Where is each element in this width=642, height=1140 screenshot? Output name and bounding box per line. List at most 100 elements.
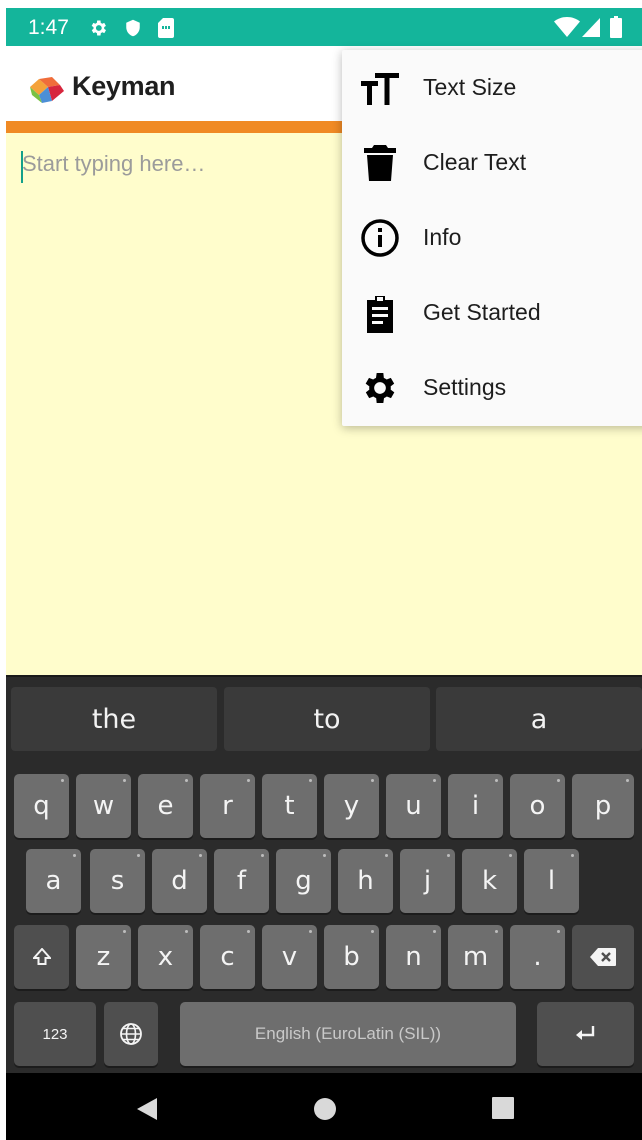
suggestion-3[interactable]: a (436, 687, 642, 751)
key-hint-dot (626, 779, 629, 782)
menu-item-settings[interactable]: Settings (342, 350, 642, 425)
key-x[interactable]: x (138, 925, 193, 989)
key-i[interactable]: i (448, 774, 503, 838)
globe-key[interactable] (104, 1002, 158, 1066)
key-hint-dot (185, 930, 188, 933)
key-hint-dot (557, 779, 560, 782)
key-t[interactable]: t (262, 774, 317, 838)
home-icon[interactable] (313, 1097, 337, 1121)
key-e[interactable]: e (138, 774, 193, 838)
shield-icon (126, 19, 140, 37)
backspace-key[interactable] (572, 925, 634, 989)
key-hint-dot (261, 854, 264, 857)
battery-icon (610, 16, 622, 38)
key-h[interactable]: h (338, 849, 393, 913)
key-hint-dot (185, 779, 188, 782)
text-cursor (21, 151, 23, 183)
key-hint-dot (447, 854, 450, 857)
key-m[interactable]: m (448, 925, 503, 989)
shift-key[interactable] (14, 925, 69, 989)
key-hint-dot (247, 930, 250, 933)
key-f[interactable]: f (214, 849, 269, 913)
menu-item-text-size[interactable]: Text Size (342, 50, 642, 125)
info-icon (361, 219, 399, 257)
globe-icon (120, 1023, 142, 1045)
menu-item-label: Info (423, 224, 462, 250)
overflow-menu: Text Size Clear Text Info Get Started Se… (342, 50, 642, 426)
key-hint-dot (73, 854, 76, 857)
clipboard-icon (367, 296, 393, 333)
signal-icon (582, 18, 600, 37)
key-o[interactable]: o (510, 774, 565, 838)
key-hint-dot (509, 854, 512, 857)
menu-item-label: Text Size (423, 74, 517, 100)
key-y[interactable]: y (324, 774, 379, 838)
sim-card-icon (158, 18, 174, 38)
key-hint-dot (309, 779, 312, 782)
navigation-bar (6, 1073, 642, 1140)
key-hint-dot (371, 930, 374, 933)
key-c[interactable]: c (200, 925, 255, 989)
key-hint-dot (495, 930, 498, 933)
menu-item-clear-text[interactable]: Clear Text (342, 125, 642, 200)
menu-item-label: Clear Text (423, 149, 527, 175)
space-bar[interactable]: English (EuroLatin (SIL)) (180, 1002, 516, 1066)
key-q[interactable]: q (14, 774, 69, 838)
status-bar: 1:47 (6, 8, 642, 46)
keyman-logo-icon (30, 77, 64, 103)
key-hint-dot (571, 854, 574, 857)
key-hint-dot (123, 930, 126, 933)
device-screen: 1:47 Keyman Start typing here… Text Size… (6, 8, 642, 1140)
key-hint-dot (247, 779, 250, 782)
key-hint-dot (495, 779, 498, 782)
shift-icon (32, 948, 51, 965)
menu-item-get-started[interactable]: Get Started (342, 275, 642, 350)
numbers-key[interactable]: 123 (14, 1002, 96, 1066)
key-hint-dot (123, 779, 126, 782)
gear-icon (365, 373, 395, 403)
on-screen-keyboard: the to a q w e r t y u i o p a s d f g h… (6, 675, 642, 1075)
key-v[interactable]: v (262, 925, 317, 989)
key-a[interactable]: a (26, 849, 81, 913)
key-hint-dot (137, 854, 140, 857)
suggestion-1[interactable]: the (11, 687, 217, 751)
menu-item-info[interactable]: Info (342, 200, 642, 275)
settings-gear-icon (91, 20, 106, 36)
recents-icon[interactable] (492, 1097, 514, 1119)
trash-icon (364, 145, 396, 181)
key-p[interactable]: p (572, 774, 634, 838)
suggestion-2[interactable]: to (224, 687, 430, 751)
key-hint-dot (433, 779, 436, 782)
key-u[interactable]: u (386, 774, 441, 838)
backspace-icon (590, 948, 616, 966)
key-hint-dot (371, 779, 374, 782)
app-title: Keyman (72, 71, 176, 101)
key-hint-dot (323, 854, 326, 857)
key-n[interactable]: n (386, 925, 441, 989)
key-hint-dot (433, 930, 436, 933)
key-d[interactable]: d (152, 849, 207, 913)
key-hint-dot (385, 854, 388, 857)
key-hint-dot (199, 854, 202, 857)
key-r[interactable]: r (200, 774, 255, 838)
status-time: 1:47 (28, 16, 69, 39)
menu-item-label: Settings (423, 374, 507, 400)
enter-key[interactable] (537, 1002, 634, 1066)
key-g[interactable]: g (276, 849, 331, 913)
key-w[interactable]: w (76, 774, 131, 838)
menu-item-label: Get Started (423, 299, 541, 325)
key-z[interactable]: z (76, 925, 131, 989)
key-s[interactable]: s (90, 849, 145, 913)
key-hint-dot (557, 930, 560, 933)
key-k[interactable]: k (462, 849, 517, 913)
back-icon[interactable] (135, 1097, 159, 1121)
key-l[interactable]: l (524, 849, 579, 913)
enter-icon (575, 1026, 594, 1040)
key-period[interactable]: . (510, 925, 565, 989)
key-j[interactable]: j (400, 849, 455, 913)
key-hint-dot (309, 930, 312, 933)
key-b[interactable]: b (324, 925, 379, 989)
wifi-icon (554, 17, 580, 37)
key-hint-dot (61, 779, 64, 782)
text-size-icon (361, 73, 399, 105)
